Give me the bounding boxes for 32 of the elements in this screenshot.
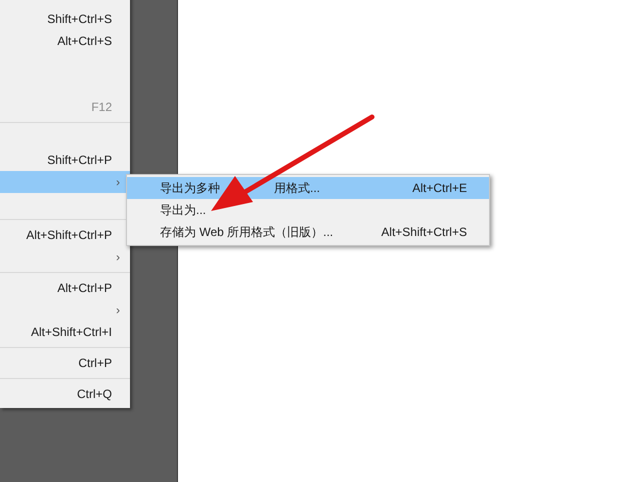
submenu-item[interactable]: 存储为 Web 所用格式（旧版）... Alt+Shift+Ctrl+S bbox=[127, 221, 489, 243]
submenu-item[interactable]: 导出为多种 用格式... Alt+Ctrl+E bbox=[127, 177, 489, 199]
submenu-caret-icon: › bbox=[116, 248, 120, 266]
shortcut-text: Alt+Ctrl+P bbox=[57, 280, 112, 297]
shortcut-text: Ctrl+P bbox=[78, 355, 112, 372]
shortcut-text: Ctrl+Q bbox=[76, 386, 112, 403]
menu-item[interactable]: Alt+Shift+Ctrl+I bbox=[0, 321, 130, 343]
menu-item[interactable]: Shift+Ctrl+P bbox=[0, 149, 130, 171]
shortcut-text: Alt+Shift+Ctrl+I bbox=[30, 324, 112, 341]
menu-item[interactable]: › bbox=[0, 246, 130, 268]
menu-item[interactable]: › bbox=[0, 299, 130, 321]
menu-label: 存储为 Web 所用格式（旧版）... bbox=[160, 224, 334, 241]
shortcut-text: Shift+Ctrl+S bbox=[47, 11, 112, 28]
menu-item[interactable]: Alt+Ctrl+S bbox=[0, 30, 130, 52]
submenu-item[interactable]: 导出为... bbox=[127, 199, 489, 221]
menu-label: 用格式... bbox=[274, 180, 320, 197]
shortcut-text: F12 bbox=[91, 99, 112, 116]
menu-label: 导出为... bbox=[160, 202, 206, 219]
menu-item[interactable]: Ctrl+P bbox=[0, 352, 130, 374]
menu-label: 导出为多种 bbox=[160, 180, 220, 197]
menu-item[interactable]: Alt+Shift+Ctrl+P bbox=[0, 224, 130, 246]
shortcut-text: Alt+Shift+Ctrl+P bbox=[26, 227, 112, 244]
submenu-caret-icon: › bbox=[116, 301, 120, 319]
menu-item[interactable]: Alt+Ctrl+P bbox=[0, 277, 130, 299]
shortcut-text: Shift+Ctrl+P bbox=[47, 152, 112, 169]
menu-item[interactable]: › bbox=[0, 171, 130, 193]
shortcut-text: Alt+Shift+Ctrl+S bbox=[381, 224, 467, 241]
shortcut-text: Alt+Ctrl+S bbox=[57, 33, 112, 50]
menu-item[interactable]: Ctrl+Q bbox=[0, 383, 130, 405]
shortcut-text: Alt+Ctrl+E bbox=[412, 180, 467, 197]
submenu-caret-icon: › bbox=[116, 173, 120, 191]
menu-item[interactable]: Shift+Ctrl+S bbox=[0, 8, 130, 30]
